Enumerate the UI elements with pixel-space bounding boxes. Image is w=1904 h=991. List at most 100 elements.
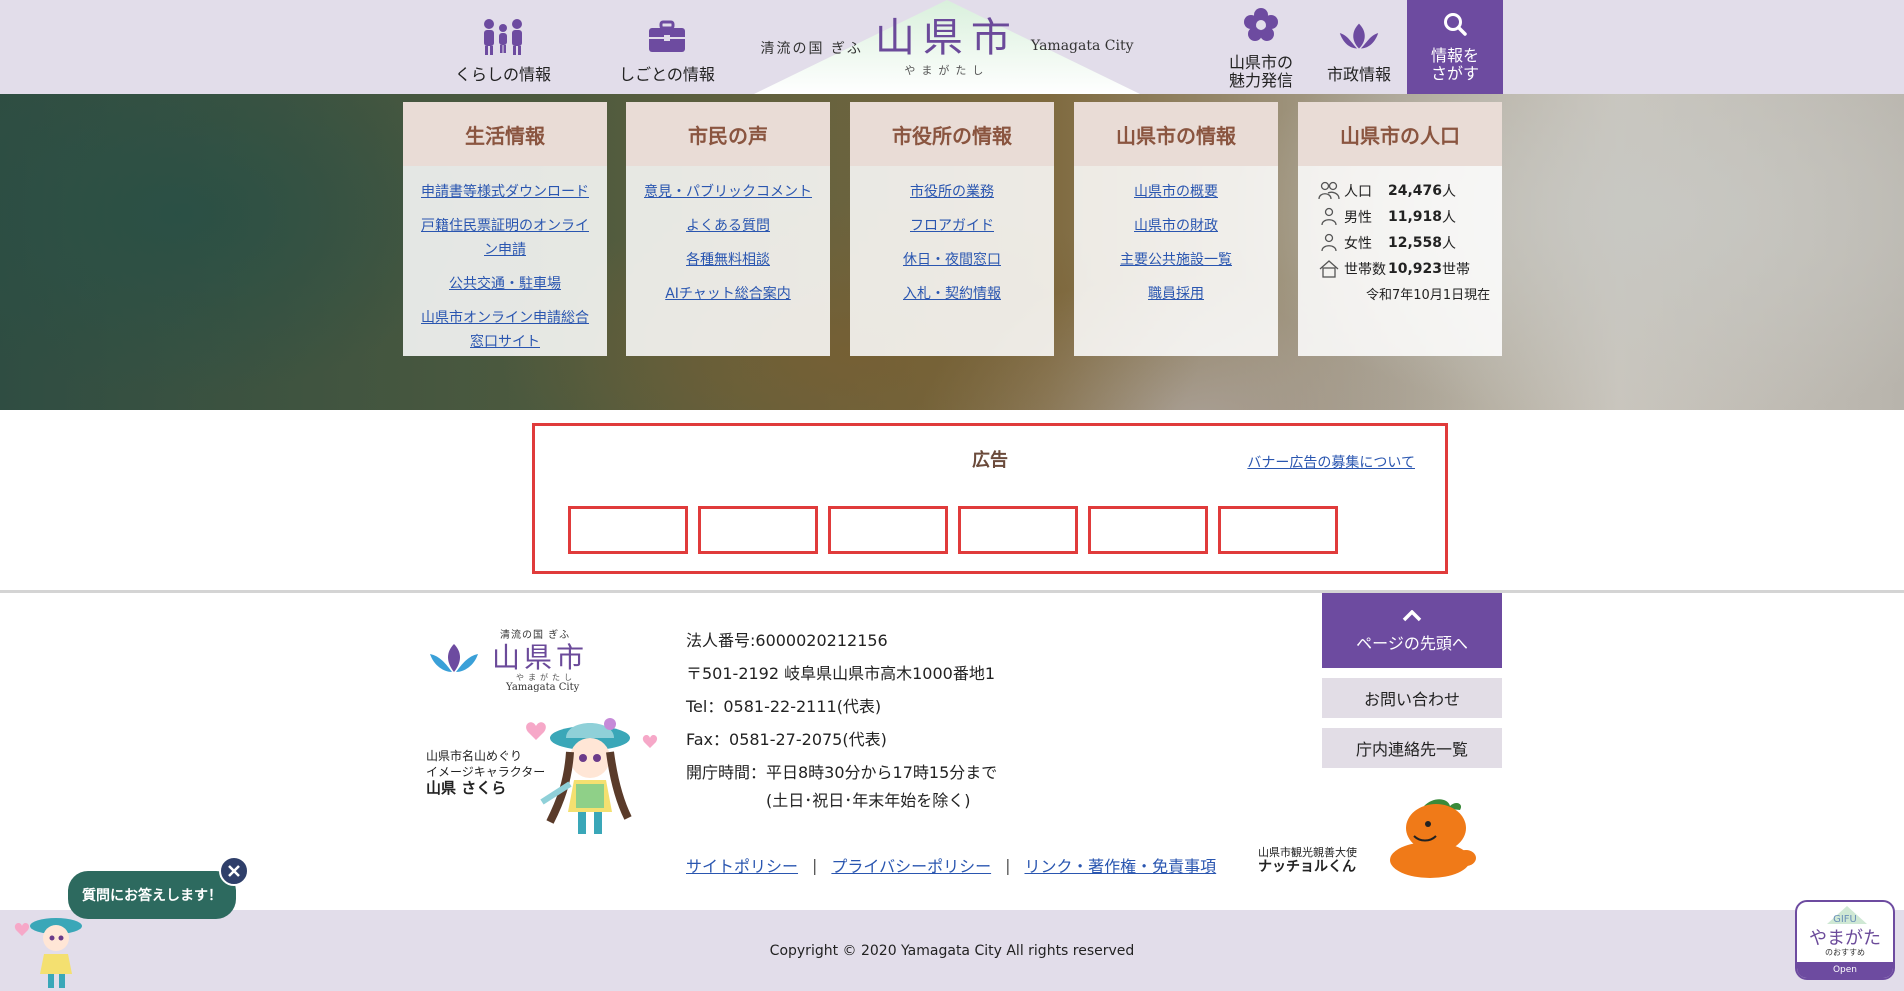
gifu-yamagata-recommend-badge[interactable]: GIFU やまがた のおすすめ Open (1795, 900, 1895, 980)
card-title: 山県市の情報 (1074, 102, 1278, 166)
contact-button[interactable]: お問い合わせ (1322, 678, 1502, 718)
card-city-info: 山県市の情報 山県市の概要 山県市の財政 主要公共施設一覧 職員採用 (1074, 102, 1278, 356)
nav-city-appeal[interactable]: 山県市の 魅力発信 (1222, 0, 1300, 94)
logo-tagline: 清流の国 ぎふ (760, 41, 863, 57)
nav-city-appeal-label-1: 山県市の (1228, 53, 1293, 72)
population-row: 人口 24,476 人 (1312, 178, 1492, 204)
nav-living-info[interactable]: くらしの情報 (448, 0, 558, 94)
privacy-policy-link[interactable]: プライバシーポリシー (831, 853, 991, 877)
ad-banner-slot[interactable] (698, 506, 818, 554)
chat-bubble[interactable]: 質問にお答えします！ (68, 871, 236, 919)
copyright-text: Copyright © 2020 Yamagata City All right… (769, 942, 1135, 959)
close-icon[interactable] (219, 856, 249, 886)
footer-logo: 清流の国 ぎふ 山県市 やまがたし Yamagata City (426, 626, 596, 696)
link-bidding-contracts[interactable]: 入札・契約情報 (864, 282, 1040, 306)
population-unit: 人 (1442, 184, 1457, 200)
link-online-certificate[interactable]: 戸籍住民票証明のオンライン申請 (417, 214, 593, 262)
link-public-comment[interactable]: 意見・パブリックコメント (640, 180, 816, 204)
site-logo[interactable]: 清流の国 ぎふ 山県市 やまがたし Yamagata City (754, 0, 1140, 94)
search-label-2: さがす (1430, 64, 1479, 83)
banner-ad-recruit-link[interactable]: バナー広告の募集について (1247, 452, 1415, 472)
card-life-info: 生活情報 申請書等様式ダウンロード 戸籍住民票証明のオンライン申請 公共交通・駐… (403, 102, 607, 356)
ad-area: 広告 バナー広告の募集について (532, 423, 1448, 574)
gifu-badge-line3: のおすすめ (1825, 948, 1865, 957)
office-hours: 開庁時間：平日8時30分から17時15分まで (686, 763, 998, 782)
ad-banner-slot[interactable] (828, 506, 948, 554)
nav-city-admin-label: 市政情報 (1326, 65, 1391, 84)
link-form-download[interactable]: 申請書等様式ダウンロード (417, 180, 593, 204)
link-floor-guide[interactable]: フロアガイド (864, 214, 1040, 238)
city-emblem-icon (1336, 14, 1382, 60)
population-date: 令和7年10月1日現在 (1366, 288, 1491, 303)
card-population: 山県市の人口 人口 24,476 人 男性 11,918 人 女性 12,558… (1298, 102, 1502, 356)
character-caption: 山県市名山めぐり イメージキャラクター 山県 さくら (426, 748, 545, 796)
link-city-finance[interactable]: 山県市の財政 (1088, 214, 1264, 238)
logo-kana: やまがたし (904, 64, 990, 77)
link-copyright-disclaimer-link[interactable]: リンク・著作権・免責事項 (1024, 853, 1216, 877)
population-value: 24,476 (1388, 183, 1443, 199)
footer-logo-english: Yamagata City (506, 682, 580, 693)
nav-city-admin[interactable]: 市政情報 (1318, 0, 1400, 94)
logo-name: 山県市 (874, 15, 1019, 61)
nav-work-info[interactable]: しごとの情報 (612, 0, 722, 94)
telephone: Tel：0581-22-2111(代表) (686, 697, 882, 716)
page-top-label: ページの先頭へ (1356, 634, 1468, 653)
nav-work-label: しごとの情報 (619, 65, 715, 84)
gifu-badge-open: Open (1797, 962, 1893, 978)
ad-banner-slot[interactable] (958, 506, 1078, 554)
male-label: 男性 (1344, 210, 1372, 226)
link-holiday-night-window[interactable]: 休日・夜間窓口 (864, 248, 1040, 272)
fax: Fax：0581-27-2075(代表) (686, 730, 887, 749)
link-city-overview[interactable]: 山県市の概要 (1088, 180, 1264, 204)
link-faq[interactable]: よくある質問 (640, 214, 816, 238)
card-citizens-voice: 市民の声 意見・パブリックコメント よくある質問 各種無料相談 AIチャット総合… (626, 102, 830, 356)
address: 〒501-2192 岐阜県山県市高木1000番地1 (686, 664, 996, 683)
link-online-application-portal[interactable]: 山県市オンライン申請総合窓口サイト (417, 306, 593, 354)
households-unit: 世帯 (1442, 262, 1471, 278)
search-label-1: 情報を (1430, 46, 1479, 65)
house-icon (1319, 260, 1339, 278)
link-staff-recruitment[interactable]: 職員採用 (1088, 282, 1264, 306)
link-city-hall-services[interactable]: 市役所の業務 (864, 180, 1040, 204)
female-icon (1321, 233, 1337, 252)
link-separator: | (1005, 855, 1011, 875)
female-unit: 人 (1442, 236, 1457, 252)
directory-button[interactable]: 庁内連絡先一覧 (1322, 728, 1502, 768)
city-emblem-icon (430, 644, 478, 672)
chat-character-avatar[interactable] (10, 910, 90, 990)
households-label: 世帯数 (1344, 262, 1386, 278)
ambassador-caption-line1: 山県市観光親善大使 (1258, 846, 1357, 859)
link-free-consultation[interactable]: 各種無料相談 (640, 248, 816, 272)
page-top-button[interactable]: ページの先頭へ (1322, 593, 1502, 668)
site-policy-link[interactable]: サイトポリシー (686, 853, 798, 877)
card-city-hall-info: 市役所の情報 市役所の業務 フロアガイド 休日・夜間窓口 入札・契約情報 (850, 102, 1054, 356)
female-value: 12,558 (1388, 235, 1443, 251)
ad-banner-slot[interactable] (1088, 506, 1208, 554)
character-caption-line1: 山県市名山めぐり (426, 749, 523, 763)
copyright-bar: Copyright © 2020 Yamagata City All right… (0, 910, 1904, 991)
search-icon (1442, 11, 1468, 41)
character-name: 山県 さくら (426, 779, 507, 797)
ambassador-caption: 山県市観光親善大使 ナッチョルくん (1258, 846, 1357, 874)
ambassador-name: ナッチョルくん (1258, 859, 1356, 875)
population-label: 人口 (1344, 184, 1372, 200)
link-public-facilities[interactable]: 主要公共施設一覧 (1088, 248, 1264, 272)
ad-banner-slot[interactable] (568, 506, 688, 554)
site-header: くらしの情報 しごとの情報 清流の国 ぎふ 山県市 やまがたし Yamagata… (0, 0, 1904, 94)
female-label: 女性 (1344, 236, 1372, 252)
footer-links: サイトポリシー | プライバシーポリシー | リンク・著作権・免責事項 (686, 853, 1216, 877)
link-ai-chat[interactable]: AIチャット総合案内 (640, 282, 816, 306)
ad-banner-slot[interactable] (1218, 506, 1338, 554)
people-outline-icon (1318, 181, 1340, 200)
link-transport-parking[interactable]: 公共交通・駐車場 (417, 272, 593, 296)
male-row: 男性 11,918 人 (1312, 204, 1492, 230)
search-info-button[interactable]: 情報を さがす (1407, 0, 1503, 94)
natchoru-mascot-illustration (1390, 799, 1476, 878)
households-value: 10,923 (1388, 261, 1443, 277)
link-separator: | (812, 855, 818, 875)
male-value: 11,918 (1388, 209, 1443, 225)
character-caption-line2: イメージキャラクター (426, 765, 546, 779)
corporate-number: 法人番号:6000020212156 (686, 631, 888, 650)
male-icon (1321, 207, 1337, 226)
nav-living-label: くらしの情報 (454, 65, 551, 84)
